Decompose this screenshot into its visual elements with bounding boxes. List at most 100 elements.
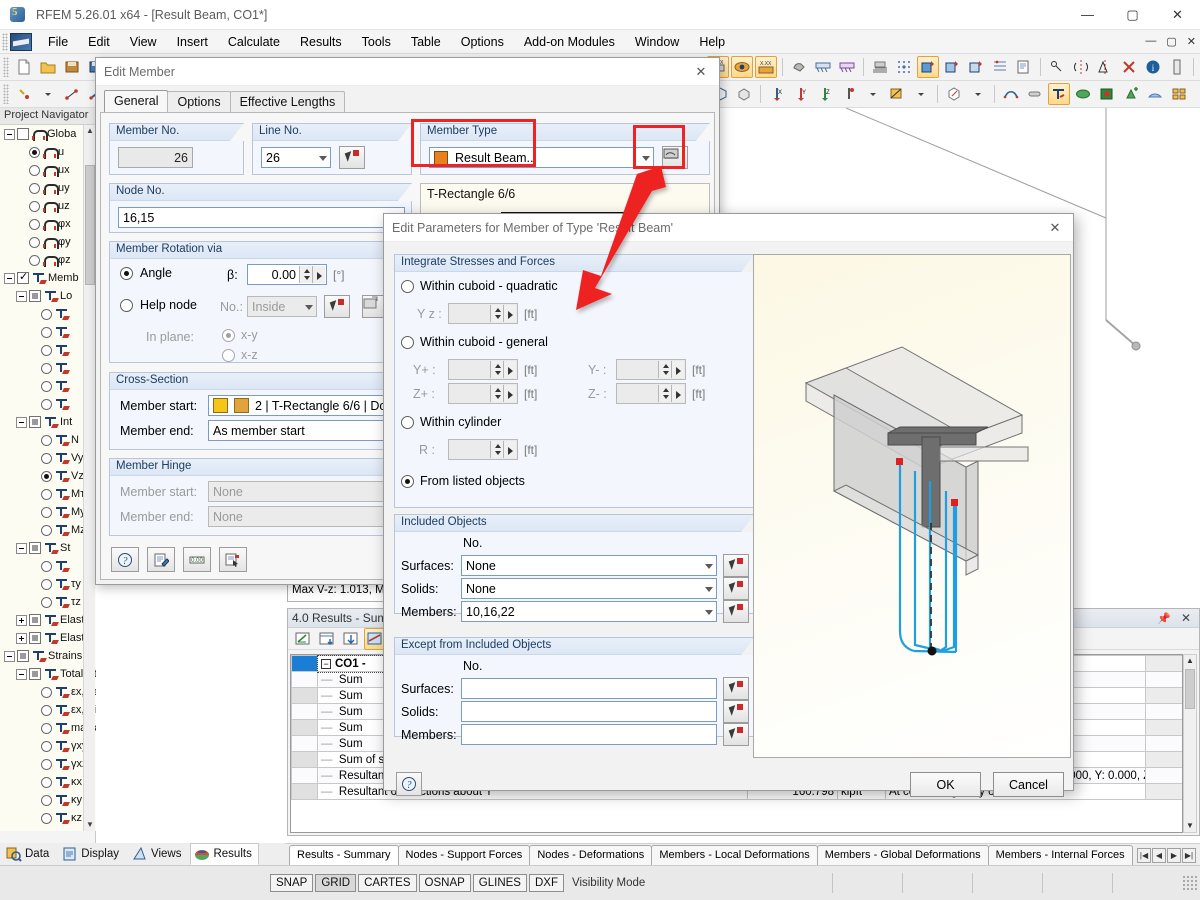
- select-objects-button[interactable]: [219, 547, 247, 572]
- navigator-tree-item[interactable]: εx,max: [0, 683, 96, 701]
- toolbar-grip-2[interactable]: [3, 84, 9, 104]
- yplus-spinner[interactable]: [490, 361, 516, 378]
- tabstrip-nav-button-1[interactable]: ◀: [1152, 848, 1166, 863]
- menu-edit[interactable]: Edit: [78, 32, 120, 52]
- maximize-button[interactable]: ▢: [1110, 0, 1155, 30]
- toolbar-grip[interactable]: [3, 57, 9, 77]
- radio-icon[interactable]: [41, 740, 52, 752]
- plane-xy-option[interactable]: x-y: [222, 328, 258, 342]
- option-from-listed-objects[interactable]: From listed objects: [401, 474, 525, 488]
- dropdown-arrow-icon[interactable]: [37, 83, 59, 105]
- results-chart-icon[interactable]: [292, 628, 314, 650]
- radio-icon[interactable]: [41, 596, 52, 608]
- new-node-icon[interactable]: [13, 83, 35, 105]
- open-folder-icon[interactable]: [37, 56, 59, 78]
- results-scroll-up-icon[interactable]: ▲: [1184, 655, 1196, 667]
- calculate-model-icon[interactable]: [917, 56, 939, 78]
- row-index-cell[interactable]: [291, 751, 318, 768]
- collapse-icon[interactable]: [16, 290, 27, 302]
- row-index-cell[interactable]: [291, 671, 318, 688]
- checkbox-icon[interactable]: [17, 128, 29, 140]
- menu-help[interactable]: Help: [689, 32, 735, 52]
- mdi-restore-button[interactable]: ▢: [1166, 35, 1176, 48]
- menu-file[interactable]: File: [38, 32, 78, 52]
- edit-member-type-params-button[interactable]: [662, 146, 688, 169]
- ok-button[interactable]: OK: [910, 772, 981, 797]
- navigator-tree-item[interactable]: Total Strains on Cross-Section: [0, 665, 96, 683]
- radio-icon[interactable]: [29, 218, 40, 230]
- navigator-tree-item[interactable]: Globa: [0, 125, 96, 143]
- delete-x-icon[interactable]: [1118, 56, 1140, 78]
- radio-icon[interactable]: [41, 722, 52, 734]
- load-hand-icon[interactable]: [788, 56, 810, 78]
- zplus-input[interactable]: [448, 383, 518, 404]
- collapse-icon[interactable]: [16, 416, 27, 428]
- yminus-spinner[interactable]: [658, 361, 684, 378]
- zminus-spinner[interactable]: [658, 385, 684, 402]
- status-cartes-button[interactable]: CARTES: [358, 874, 417, 892]
- cube-view-icon[interactable]: [733, 83, 755, 105]
- mesh-points-icon[interactable]: [893, 56, 915, 78]
- rotation-helpnode-option[interactable]: Help node: [120, 298, 197, 312]
- except-members-pick-button[interactable]: [723, 723, 749, 746]
- yz-spinner[interactable]: [490, 305, 516, 322]
- chevron-down-icon[interactable]: [319, 155, 327, 161]
- new-file-icon[interactable]: [13, 56, 35, 78]
- radio-icon[interactable]: [41, 812, 52, 824]
- menu-calculate[interactable]: Calculate: [218, 32, 290, 52]
- radio-icon[interactable]: [29, 200, 40, 212]
- navigator-tree-item[interactable]: Vz: [0, 467, 96, 485]
- tabstrip-nav-button-0[interactable]: |◀: [1137, 848, 1151, 863]
- radio-icon[interactable]: [41, 452, 52, 464]
- collapse-icon[interactable]: [16, 668, 27, 680]
- navigator-tree-item[interactable]: Mт: [0, 485, 96, 503]
- scroll-down-icon[interactable]: ▼: [84, 819, 96, 831]
- view-x-icon[interactable]: X: [766, 83, 788, 105]
- navigator-tree-item[interactable]: St: [0, 539, 96, 557]
- beta-input[interactable]: 0.00: [247, 264, 327, 285]
- radio-icon[interactable]: [41, 398, 52, 410]
- tab-effective-lengths[interactable]: Effective Lengths: [229, 91, 346, 112]
- parameters-help-button[interactable]: ?: [396, 772, 422, 796]
- tab-options[interactable]: Options: [167, 91, 231, 112]
- status-grid-button[interactable]: GRID: [315, 874, 357, 892]
- checkbox-icon[interactable]: [29, 668, 41, 680]
- tabstrip-nav-button-3[interactable]: ▶|: [1182, 848, 1196, 863]
- radio-icon[interactable]: [41, 380, 52, 392]
- result-tab-results-summary[interactable]: Results - Summary: [289, 845, 399, 865]
- navigator-tree-item[interactable]: Strains: [0, 647, 96, 665]
- help-button[interactable]: ?: [111, 547, 139, 572]
- navigator-tree-item[interactable]: γxy: [0, 737, 96, 755]
- chevron-down-icon[interactable]: [705, 609, 713, 615]
- member-type-combo[interactable]: Result Beam...: [429, 147, 654, 168]
- yminus-input[interactable]: [616, 359, 686, 380]
- rotation-angle-option[interactable]: Angle: [120, 266, 172, 280]
- helpnode-pick-button[interactable]: [324, 295, 350, 318]
- radio-icon[interactable]: [41, 506, 52, 518]
- navigator-tree-item[interactable]: [0, 341, 96, 359]
- radio-icon[interactable]: [29, 164, 40, 176]
- results-close-icon[interactable]: ✕: [1181, 611, 1191, 625]
- navigator-tree-item[interactable]: Mz: [0, 521, 96, 539]
- navtab-data[interactable]: Data: [2, 843, 56, 865]
- rotate-node-icon[interactable]: [1046, 56, 1068, 78]
- radio-icon[interactable]: [41, 794, 52, 806]
- calculate-all-icon[interactable]: [941, 56, 963, 78]
- menu-table[interactable]: Table: [401, 32, 451, 52]
- checkbox-icon[interactable]: [17, 270, 29, 284]
- navigator-tree[interactable]: Globa u ux uy uz φx φy φz Memb Lo Int N Vy Vz MтMyMz St…: [0, 125, 96, 831]
- row-index-cell[interactable]: [291, 767, 318, 784]
- edit-parameters-close-icon[interactable]: ✕: [1039, 215, 1071, 241]
- zplus-spinner[interactable]: [490, 385, 516, 402]
- support-set2-icon[interactable]: [836, 56, 858, 78]
- edit-parameters-titlebar[interactable]: Edit Parameters for Member of Type 'Resu…: [384, 214, 1073, 242]
- menu-results[interactable]: Results: [290, 32, 352, 52]
- radio-icon[interactable]: [41, 758, 52, 770]
- edit-member-titlebar[interactable]: Edit Member ✕: [96, 58, 719, 86]
- checkbox-icon[interactable]: [29, 416, 41, 428]
- except-solids-field[interactable]: [461, 701, 717, 722]
- line-no-combo[interactable]: 26: [261, 147, 331, 168]
- zminus-input[interactable]: [616, 383, 686, 404]
- radio-icon[interactable]: [41, 308, 52, 320]
- navigator-tree-item[interactable]: Elastic Stress Components: [0, 611, 96, 629]
